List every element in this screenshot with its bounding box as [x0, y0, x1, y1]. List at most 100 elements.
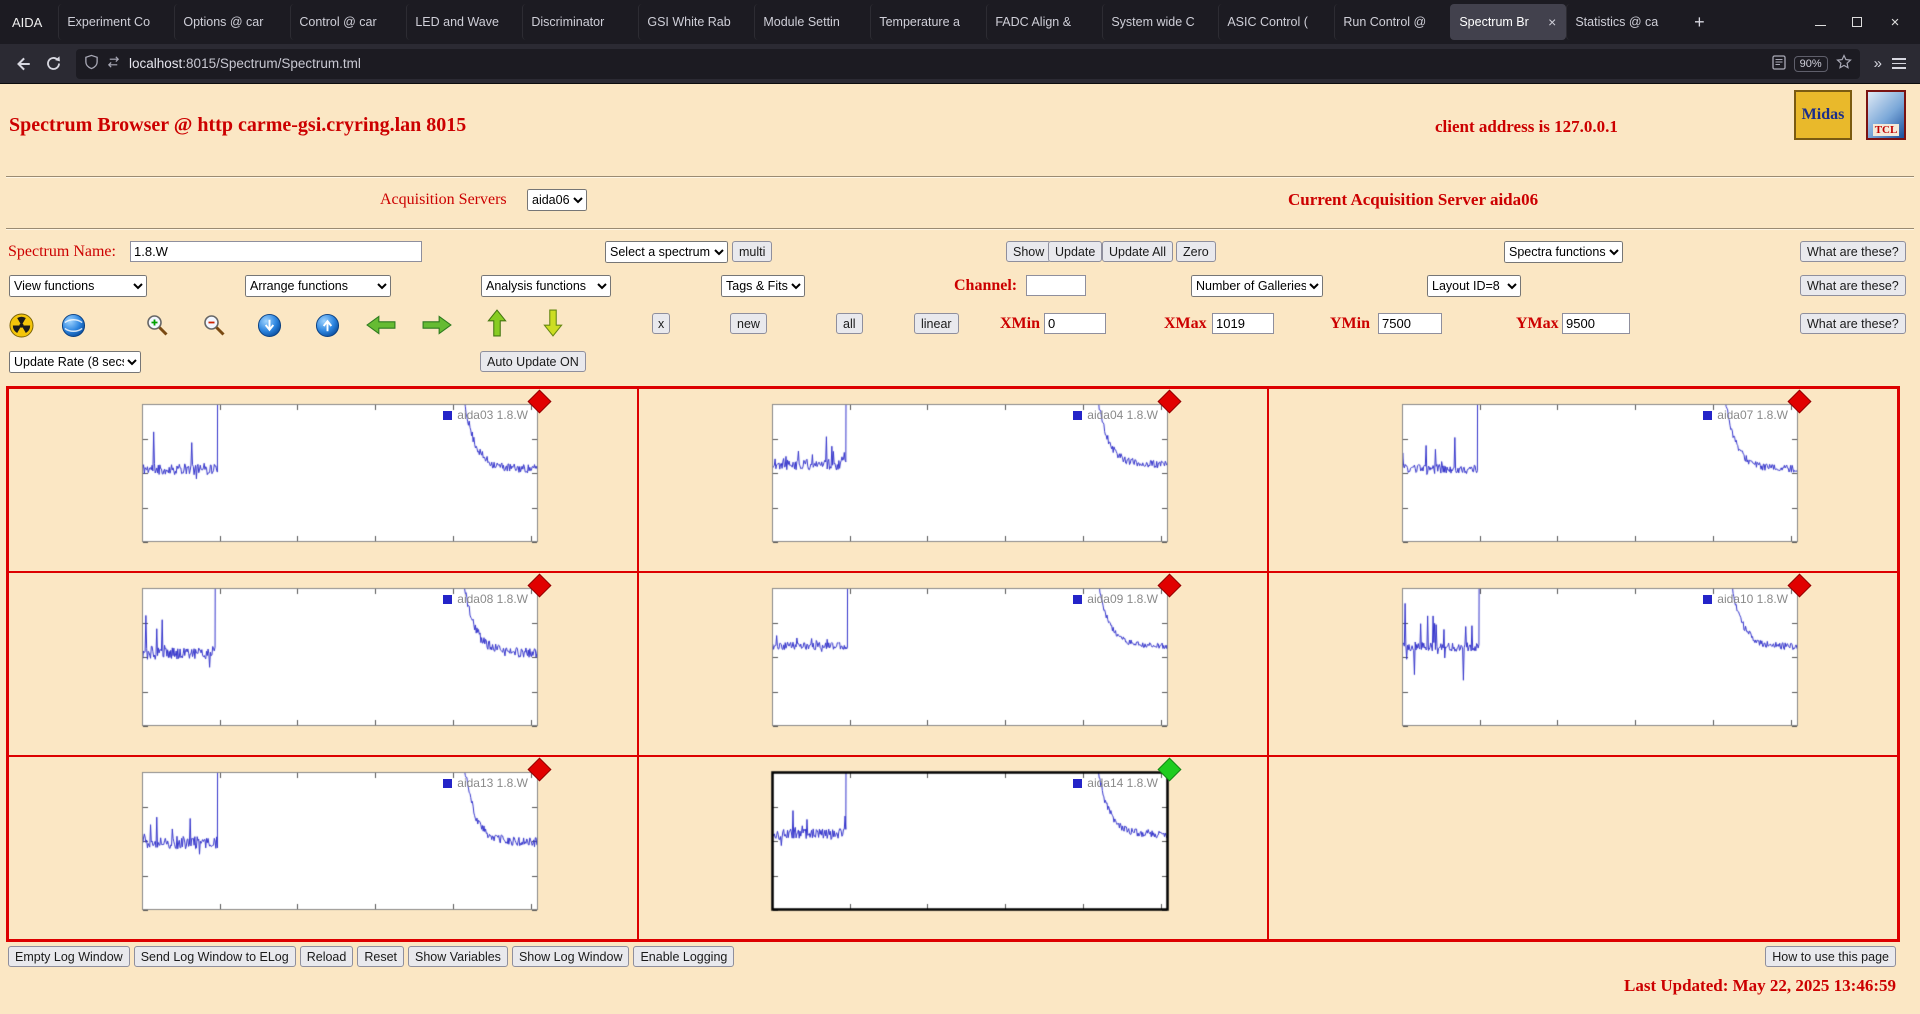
spectrum-name-input[interactable] — [130, 241, 422, 262]
browser-tab[interactable]: Statistics @ ca — [1566, 4, 1682, 40]
tab-label: Discriminator — [531, 15, 630, 29]
tab-close-icon[interactable]: × — [1546, 14, 1558, 30]
legend-label: aida03 1.8.W — [457, 408, 528, 422]
sphere-down-icon[interactable] — [254, 310, 284, 340]
browser-tab[interactable]: Options @ car — [174, 4, 290, 40]
what-are-these-button[interactable]: What are these? — [1800, 275, 1906, 296]
chart-legend: aida13 1.8.W — [443, 776, 528, 790]
x-button[interactable]: x — [652, 313, 670, 334]
new-tab-button[interactable]: + — [1684, 7, 1714, 37]
toolbar-row: x new all linear XMin XMax YMin YMax Wha… — [0, 308, 1920, 344]
back-icon[interactable] — [8, 49, 38, 79]
sphere-up-icon[interactable] — [312, 310, 342, 340]
update-button[interactable]: Update — [1048, 241, 1102, 262]
what-are-these-button[interactable]: What are these? — [1800, 241, 1906, 262]
chart-legend: aida07 1.8.W — [1703, 408, 1788, 422]
minimize-button[interactable] — [1815, 18, 1826, 26]
spectrum-chart[interactable]: aida04 1.8.W — [728, 396, 1178, 566]
browser-tab[interactable]: LED and Wave — [406, 4, 522, 40]
menu-icon[interactable] — [1892, 58, 1906, 69]
footer-log-button[interactable]: Enable Logging — [633, 946, 734, 967]
browser-tab[interactable]: Module Settin — [754, 4, 870, 40]
browser-tab[interactable]: Run Control @ — [1334, 4, 1450, 40]
spectra-functions-select[interactable]: Spectra functions — [1504, 241, 1623, 263]
xmin-label: XMin — [1000, 315, 1040, 333]
acquisition-server-select[interactable]: aida06 — [527, 189, 587, 211]
spectrum-chart[interactable]: aida08 1.8.W — [98, 580, 548, 750]
channel-input[interactable] — [1026, 275, 1086, 296]
url-bar[interactable]: localhost:8015/Spectrum/Spectrum.tml 90% — [76, 49, 1860, 79]
xmax-input[interactable] — [1212, 313, 1274, 334]
ymax-input[interactable] — [1562, 313, 1630, 334]
multi-button[interactable]: multi — [732, 241, 772, 262]
spectrum-chart[interactable]: aida07 1.8.W — [1358, 396, 1808, 566]
legend-swatch — [1073, 595, 1082, 604]
update-rate-select[interactable]: Update Rate (8 secs) — [9, 351, 141, 373]
browser-tab[interactable]: Spectrum Br × — [1450, 4, 1566, 40]
browser-tab[interactable]: FADC Align & — [986, 4, 1102, 40]
footer-log-button[interactable]: Show Variables — [408, 946, 508, 967]
new-button[interactable]: new — [730, 313, 767, 334]
xmin-input[interactable] — [1044, 313, 1106, 334]
arrange-functions-select[interactable]: Arrange functions — [245, 275, 391, 297]
arrow-right-icon[interactable] — [422, 310, 452, 340]
footer-log-button[interactable]: Send Log Window to ELog — [134, 946, 296, 967]
arrow-down-icon[interactable] — [538, 308, 568, 338]
browser-tab[interactable]: Experiment Co — [58, 4, 174, 40]
legend-label: aida08 1.8.W — [457, 592, 528, 606]
browser-tab[interactable]: ASIC Control ( — [1218, 4, 1334, 40]
footer-log-button[interactable]: Show Log Window — [512, 946, 630, 967]
select-a-spectrum[interactable]: Select a spectrum — [605, 241, 728, 263]
how-to-use-button[interactable]: How to use this page — [1765, 946, 1896, 967]
ymin-input[interactable] — [1378, 313, 1442, 334]
tcl-logo[interactable]: TCL — [1866, 90, 1906, 140]
analysis-functions-select[interactable]: Analysis functions — [481, 275, 611, 297]
what-are-these-button[interactable]: What are these? — [1800, 313, 1906, 334]
zero-button[interactable]: Zero — [1176, 241, 1216, 262]
overflow-chevron-icon[interactable]: » — [1874, 55, 1882, 72]
maximize-button[interactable] — [1852, 17, 1862, 27]
show-button[interactable]: Show — [1006, 241, 1051, 262]
spectrum-chart[interactable]: aida13 1.8.W — [98, 764, 548, 934]
close-button[interactable]: × — [1888, 15, 1902, 29]
tab-label: GSI White Rab — [647, 15, 746, 29]
legend-swatch — [1073, 779, 1082, 788]
layout-id-select[interactable]: Layout ID=8 — [1427, 275, 1521, 297]
browser-tab[interactable]: Control @ car — [290, 4, 406, 40]
all-button[interactable]: all — [836, 313, 863, 334]
auto-update-button[interactable]: Auto Update ON — [480, 351, 586, 372]
reload-icon[interactable] — [38, 49, 68, 79]
globe-icon[interactable] — [58, 310, 88, 340]
spectrum-chart[interactable]: aida09 1.8.W — [728, 580, 1178, 750]
browser-tab[interactable]: System wide C — [1102, 4, 1218, 40]
spectrum-chart[interactable]: aida14 1.8.W — [728, 764, 1178, 934]
browser-tab[interactable]: GSI White Rab — [638, 4, 754, 40]
radiation-icon[interactable] — [6, 310, 36, 340]
shield-icon[interactable] — [84, 54, 99, 73]
gallery-cell — [1268, 756, 1898, 940]
site-info-icon[interactable] — [106, 55, 121, 72]
footer-log-button[interactable]: Reset — [357, 946, 404, 967]
update-all-button[interactable]: Update All — [1102, 241, 1173, 262]
zoom-out-icon[interactable] — [199, 310, 229, 340]
reader-mode-icon[interactable] — [1772, 55, 1786, 73]
footer-log-button[interactable]: Empty Log Window — [8, 946, 130, 967]
zoom-level-badge[interactable]: 90% — [1794, 56, 1828, 72]
legend-label: aida10 1.8.W — [1717, 592, 1788, 606]
gallery-cell: aida03 1.8.W — [8, 388, 638, 572]
browser-tab[interactable]: Discriminator — [522, 4, 638, 40]
arrow-up-icon[interactable] — [482, 308, 512, 338]
number-of-galleries-select[interactable]: Number of Galleries — [1191, 275, 1323, 297]
spectrum-chart[interactable]: aida03 1.8.W — [98, 396, 548, 566]
midas-logo[interactable]: Midas — [1794, 90, 1852, 140]
spectrum-chart[interactable]: aida10 1.8.W — [1358, 580, 1808, 750]
gallery-cell: aida04 1.8.W — [638, 388, 1268, 572]
footer-log-button[interactable]: Reload — [300, 946, 354, 967]
view-functions-select[interactable]: View functions — [9, 275, 147, 297]
bookmark-star-icon[interactable] — [1836, 54, 1852, 73]
arrow-left-icon[interactable] — [366, 310, 396, 340]
linear-button[interactable]: linear — [914, 313, 959, 334]
browser-tab[interactable]: Temperature a — [870, 4, 986, 40]
zoom-in-icon[interactable] — [142, 310, 172, 340]
tags-fits-select[interactable]: Tags & Fits — [721, 275, 805, 297]
